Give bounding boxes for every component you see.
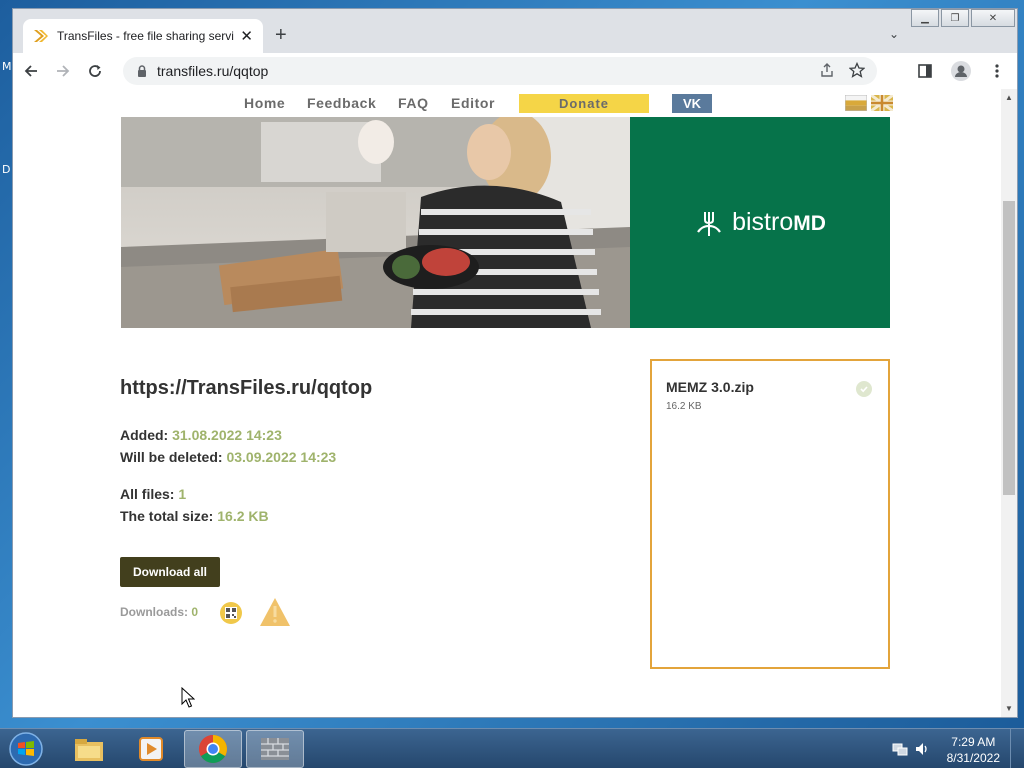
added-value: 31.08.2022 14:23 [172,427,282,443]
transfiles-favicon-icon [34,30,48,42]
nav-home-link[interactable]: Home [244,95,285,111]
downloads-label: Downloads: [120,605,188,619]
start-button[interactable] [4,730,48,768]
volume-icon[interactable] [914,741,930,757]
files-value: 1 [178,486,187,502]
browser-window: TransFiles - free file sharing servi ✕ +… [12,8,1018,718]
size-label: The total size: [120,508,214,524]
scroll-up-arrow-icon[interactable]: ▲ [1005,93,1013,102]
advertisement-banner[interactable]: bistroMD [121,117,890,328]
bookmark-star-icon[interactable] [849,62,865,78]
taskbar-media-player-button[interactable] [122,730,180,768]
site-navigation: Home Feedback FAQ Editor Donate VK [13,89,1001,117]
reload-button[interactable] [81,57,109,85]
media-player-icon [139,737,163,761]
profile-avatar-icon [951,61,971,81]
brick-wall-app-icon [261,738,289,760]
fork-leaf-logo-icon [697,211,722,236]
file-name[interactable]: MEMZ 3.0.zip [666,379,754,395]
scroll-thumb[interactable] [1003,201,1015,495]
qr-code-icon[interactable] [220,602,242,624]
file-explorer-icon [75,739,103,761]
taskbar-chrome-button[interactable] [184,730,242,768]
deleted-label: Will be deleted: [120,449,223,465]
nav-feedback-link[interactable]: Feedback [307,95,376,111]
tab-bar: TransFiles - free file sharing servi ✕ +… [13,9,1017,53]
tab-title: TransFiles - free file sharing servi [57,29,234,43]
forward-button[interactable] [49,57,77,85]
show-desktop-button[interactable] [1010,729,1024,768]
woman-eating-photo-image [121,117,630,328]
system-tray: 7:29 AM 8/31/2022 [884,729,1024,768]
russian-flag-icon[interactable] [845,95,867,111]
taskbar-clock[interactable]: 7:29 AM 8/31/2022 [947,734,1000,766]
desktop-icon-label: D [2,163,11,176]
added-row: Added: 31.08.2022 14:23 [120,427,282,443]
clock-date: 8/31/2022 [946,751,1000,765]
side-panel-icon [918,64,932,78]
browser-toolbar: transfiles.ru/qqtop [13,53,1017,89]
downloads-row: Downloads: 0 [120,605,198,619]
reload-icon [89,65,101,77]
back-button[interactable] [17,57,45,85]
files-label: All files: [120,486,175,502]
added-label: Added: [120,427,169,443]
brand-name: bistroMD [732,208,826,236]
back-arrow-icon [24,65,37,77]
close-window-button[interactable]: ✕ [971,9,1015,27]
desktop-icon-label: M [2,60,12,73]
nav-faq-link[interactable]: FAQ [398,95,429,111]
tab-search-chevron-icon[interactable]: ⌄ [889,27,899,41]
vk-button[interactable]: VK [672,94,712,113]
taskbar-app-button[interactable] [246,730,304,768]
banner-photo [121,117,630,328]
share-icon[interactable] [819,62,835,78]
restore-button[interactable]: ❐ [941,9,969,27]
windows-start-orb-icon [9,732,43,766]
windows-taskbar: 7:29 AM 8/31/2022 [0,728,1024,768]
browser-tab[interactable]: TransFiles - free file sharing servi ✕ [23,19,263,53]
report-warning-icon[interactable] [259,597,291,627]
donate-button[interactable]: Donate [519,94,649,113]
nav-editor-link[interactable]: Editor [451,95,495,111]
total-size-row: The total size: 16.2 KB [120,508,269,524]
profile-button[interactable] [947,57,975,85]
downloads-value: 0 [191,605,199,619]
deletion-row: Will be deleted: 03.09.2022 14:23 [120,449,336,465]
menu-button[interactable] [983,57,1011,85]
scroll-down-arrow-icon[interactable]: ▼ [1005,704,1013,713]
address-bar[interactable]: transfiles.ru/qqtop [123,57,877,85]
forward-arrow-icon [57,65,70,77]
size-value: 16.2 KB [217,508,269,524]
page-scrollbar[interactable]: ▲ ▼ [1001,89,1017,717]
side-panel-button[interactable] [911,57,939,85]
download-all-button[interactable]: Download all [120,557,220,587]
network-icon[interactable] [892,741,908,757]
minimize-button[interactable]: ▁ [911,9,939,27]
kebab-menu-icon [995,64,999,78]
page-viewport: Home Feedback FAQ Editor Donate VK bistr… [13,89,1017,717]
file-selected-check-icon[interactable] [856,381,872,397]
english-flag-icon[interactable] [871,95,893,111]
clock-time: 7:29 AM [951,735,996,749]
bistromd-logo: bistroMD [630,117,890,328]
lock-icon [138,65,146,77]
chrome-icon [199,735,227,763]
file-list-panel: MEMZ 3.0.zip 16.2 KB [650,359,890,669]
url-text: transfiles.ru/qqtop [157,63,269,79]
window-controls: ▁ ❐ ✕ [911,9,1017,27]
file-size: 16.2 KB [666,401,702,412]
deleted-value: 03.09.2022 14:23 [226,449,337,465]
taskbar-explorer-button[interactable] [60,730,118,768]
mouse-cursor-icon [181,687,195,708]
tab-close-icon[interactable]: ✕ [240,27,253,45]
new-tab-button[interactable]: + [275,25,287,45]
share-link-title: https://TransFiles.ru/qqtop [120,377,373,399]
files-count-row: All files: 1 [120,486,186,502]
